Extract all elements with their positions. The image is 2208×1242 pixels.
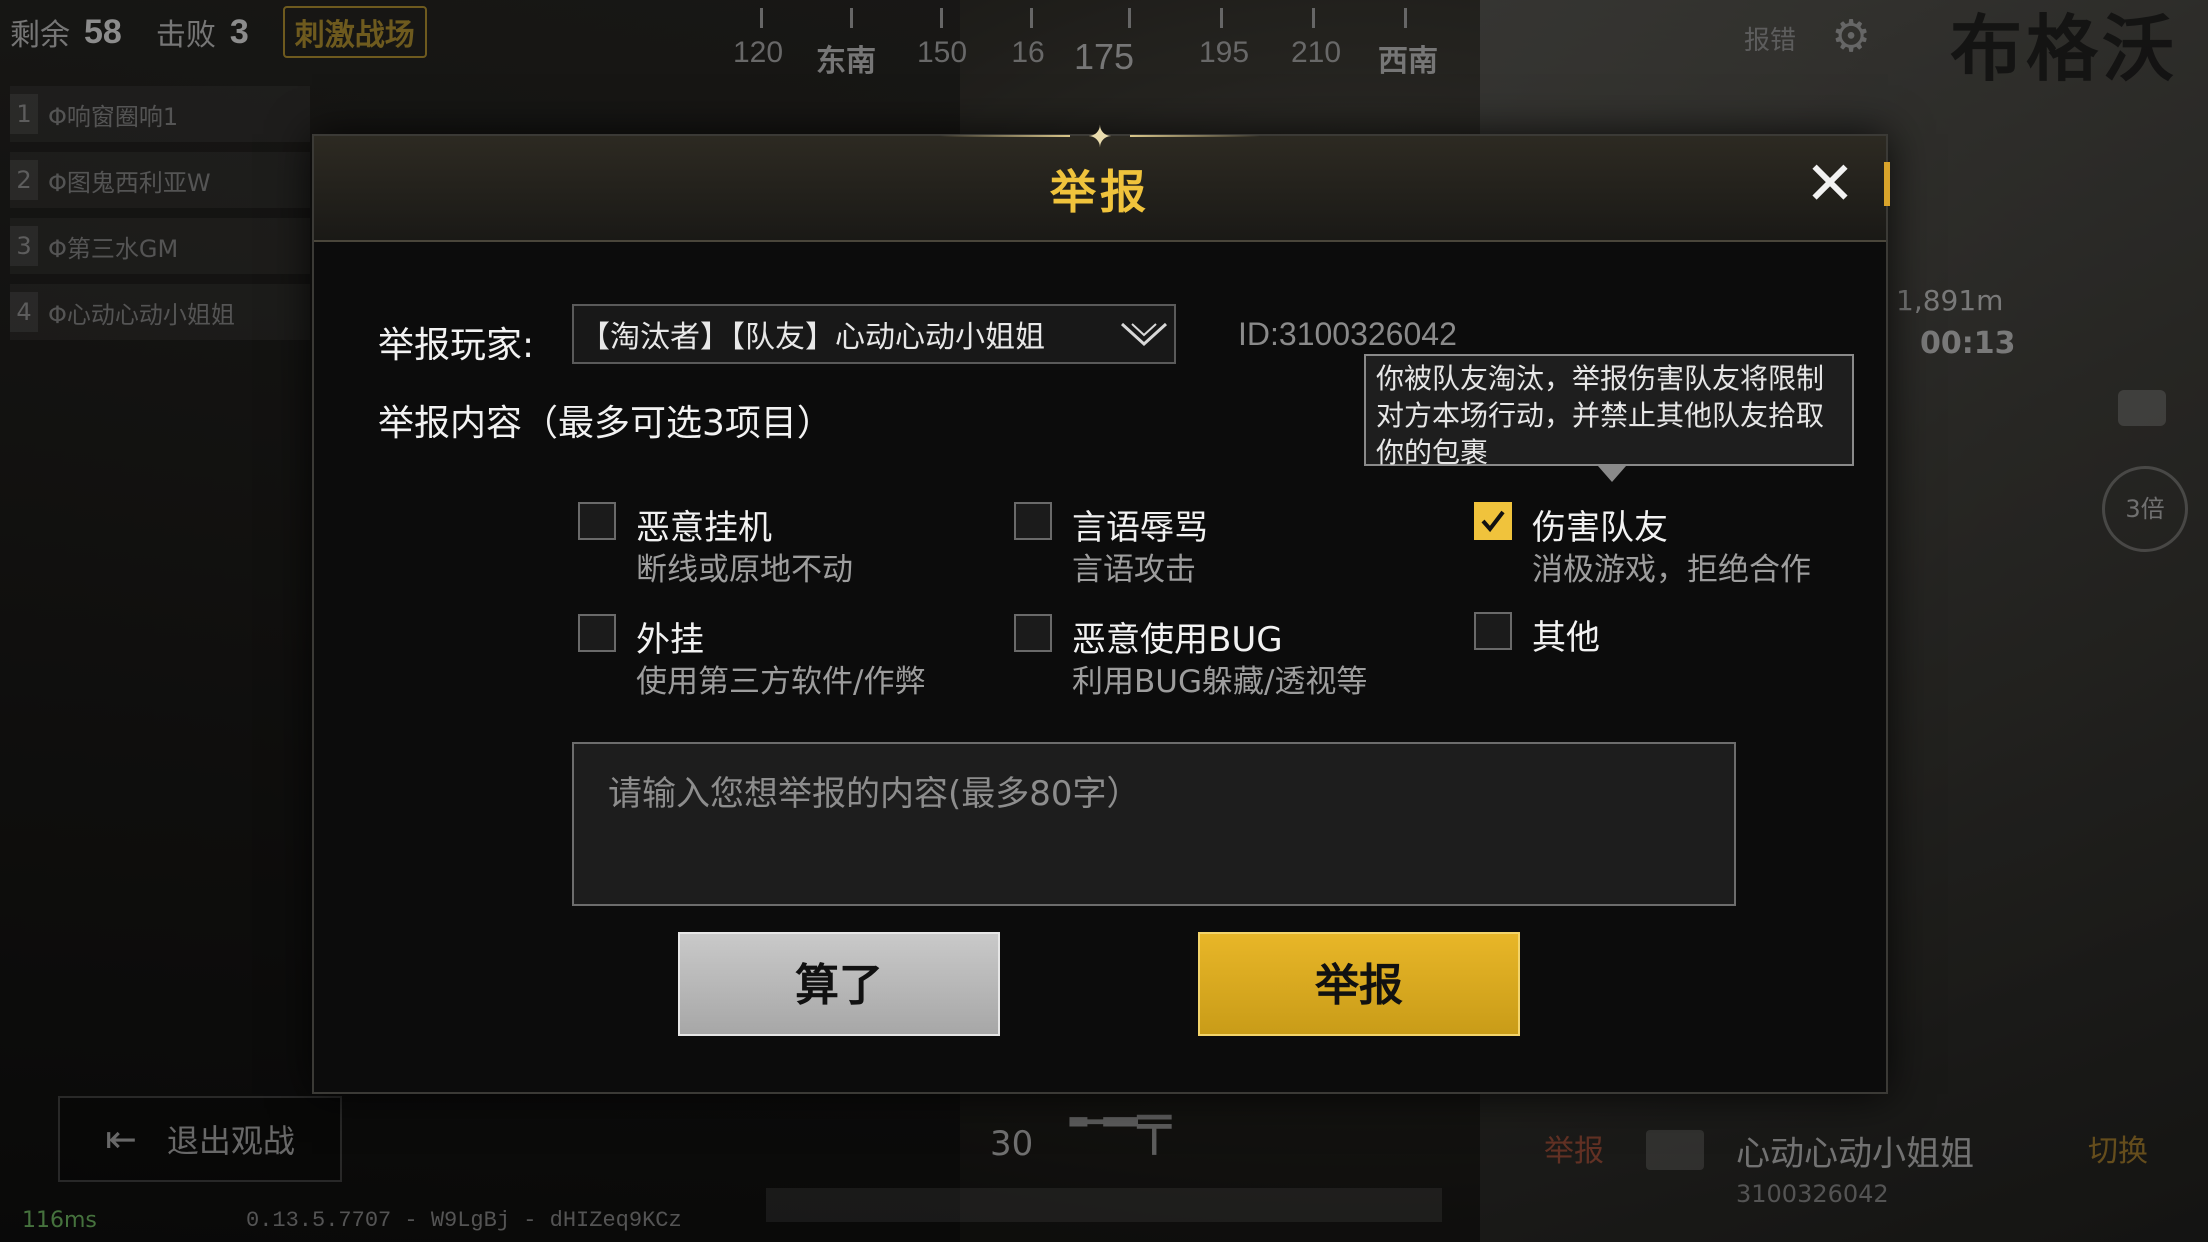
checkbox[interactable] [578,614,616,652]
star-icon: ✦ [1087,120,1113,155]
cancel-button[interactable]: 算了 [678,932,1000,1036]
dialog-header: ✦ 举报 ✕ [314,120,1890,242]
option-subtitle: 言语攻击 [1072,552,1196,588]
option-title: 其他 [1532,618,1600,658]
header-ornament: ✦ [940,120,1260,155]
option-title: 恶意挂机 [636,508,772,548]
checkmark-icon [1481,510,1505,533]
option-subtitle: 利用BUG躲藏/透视等 [1072,664,1368,700]
checkbox[interactable] [578,502,616,540]
checkbox[interactable] [1474,612,1512,650]
checkbox[interactable] [1014,614,1052,652]
option-title: 外挂 [636,620,704,660]
option-title: 伤害队友 [1532,508,1668,548]
option-subtitle: 使用第三方软件/作弊 [636,664,926,700]
player-label: 举报玩家: [378,325,535,366]
ornament-line [940,135,1070,137]
content-label: 举报内容（最多可选3项目） [378,403,833,444]
submit-report-button[interactable]: 举报 [1198,932,1520,1036]
option-subtitle: 消极游戏，拒绝合作 [1532,552,1811,588]
chevron-down-icon[interactable] [1114,306,1174,362]
checkbox-checked[interactable] [1474,502,1512,540]
player-select[interactable]: 【淘汰者】【队友】心动心动小姐姐 [572,304,1176,364]
hint-tooltip: 你被队友淘汰，举报伤害队友将限制对方本场行动，并禁止其他队友拾取你的包裹 [1364,354,1854,469]
player-select-value: 【淘汰者】【队友】心动心动小姐姐 [580,320,1045,355]
option-title: 恶意使用BUG [1072,620,1283,660]
ornament-line [1130,135,1260,137]
close-icon[interactable]: ✕ [1800,154,1860,214]
report-text-input[interactable]: 请输入您想举报的内容(最多80字） [572,742,1736,906]
report-dialog: ✦ 举报 ✕ 举报玩家: 【淘汰者】【队友】心动心动小姐姐 ID:3100326… [312,120,1890,1094]
checkbox[interactable] [1014,502,1052,540]
gold-accent [1884,162,1890,206]
option-title: 言语辱骂 [1072,508,1208,548]
tooltip-arrow [1598,466,1626,482]
option-subtitle: 断线或原地不动 [636,552,853,588]
dialog-title: 举报 [1050,165,1150,219]
player-id: ID:3100326042 [1238,316,1457,352]
